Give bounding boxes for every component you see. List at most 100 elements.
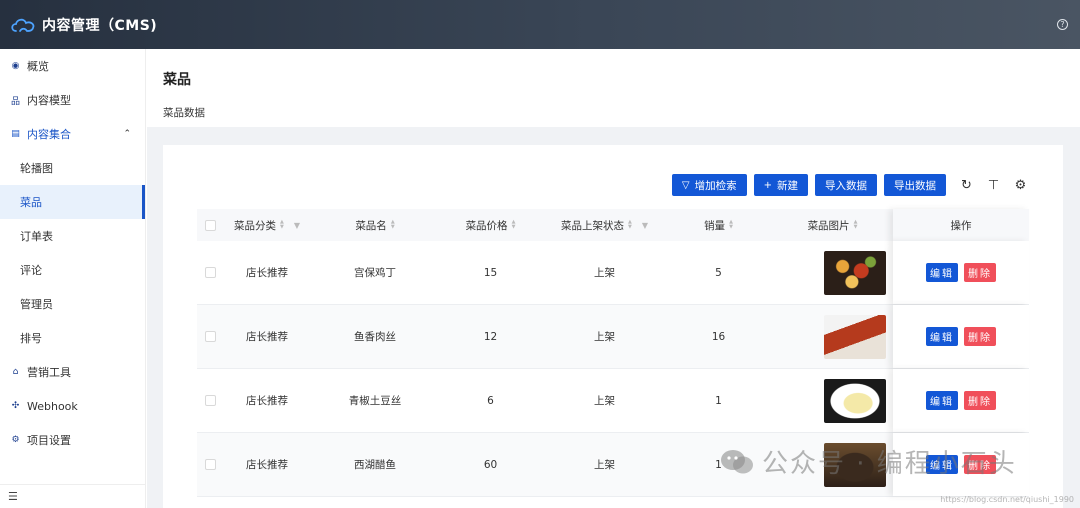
cell-sales: 16 [711,330,726,343]
sidebar-item-label: 概览 [27,60,49,73]
page-title: 菜品 [163,72,191,88]
sort-icon[interactable]: ▲ ▼ [854,220,858,230]
column-header-name[interactable]: 菜品名 ▲ ▼ [313,218,437,233]
filter-icon: ▽ [681,179,690,191]
column-header-image[interactable]: 菜品图片 ▲ ▼ [772,218,893,233]
sidebar-item-label: 内容模型 [27,94,71,107]
row-checkbox[interactable] [205,267,216,278]
row-checkbox-cell [197,267,221,278]
delete-button[interactable]: 删除 [964,391,996,410]
row-checkbox[interactable] [205,331,216,342]
cell-category: 店长推荐 [246,459,288,471]
webhook-icon: ✣ [11,401,20,411]
watermark-url: https://blog.csdn.net/qiushi_1990 [940,495,1074,504]
shop-icon: ⌂ [12,367,19,377]
delete-button[interactable]: 删除 [964,327,996,346]
column-header-category[interactable]: 菜品分类 ▲ ▼ ▼ [221,218,313,233]
sidebar-item-webhook[interactable]: ✣ Webhook [0,389,145,423]
row-checkbox[interactable] [205,459,216,470]
cell-status: 上架 [594,395,615,407]
sidebar-item-label: 内容集合 [27,128,71,141]
refresh-icon[interactable]: ↻ [960,178,973,193]
chevron-up-icon: ⌃ [123,129,131,139]
sidebar-item-content-model[interactable]: 品 内容模型 [0,83,145,117]
sidebar-subitem-comments[interactable]: 评论 [0,253,145,287]
eye-icon: ◉ [11,61,20,71]
cell-name: 青椒土豆丝 [348,395,402,407]
cell-name: 宫保鸡丁 [354,267,396,279]
sidebar-subitem-dishes[interactable]: 菜品 [0,185,145,219]
watermark: 公众号 · 编程小石头 [720,443,1017,480]
cell-category: 店长推荐 [246,267,288,279]
cell-price: 6 [487,394,494,407]
select-all-checkbox-cell [197,219,221,231]
gear-icon[interactable]: ⚙ [1014,178,1027,193]
sort-icon[interactable]: ▲ ▼ [628,220,632,230]
question-circle-icon[interactable]: ? [1057,19,1068,30]
table-row: 店长推荐 宫保鸡丁 15 上架 5 编辑 删除 [197,241,1029,305]
cell-sales: 1 [715,394,722,407]
cell-name: 鱼香肉丝 [354,331,396,343]
add-filter-button[interactable]: ▽ 增加检索 [671,174,747,196]
cell-actions: 编辑 删除 [893,241,1029,304]
edit-button[interactable]: 编辑 [926,263,958,282]
sort-icon[interactable]: ▲ ▼ [280,220,284,230]
cell-sales: 5 [715,266,722,279]
filter-icon[interactable]: ▼ [642,221,648,230]
dish-image[interactable] [824,250,886,295]
cloud-logo-icon [10,15,36,35]
sidebar-item-marketing[interactable]: ⌂ 营销工具 [0,355,145,389]
cell-name: 西湖醋鱼 [354,459,396,471]
dish-image[interactable] [824,314,886,359]
edit-button[interactable]: 编辑 [926,327,958,346]
table-header: 菜品分类 ▲▼ ▼ 菜品名 ▲▼ 菜品价格 ▲▼ 菜品上架状态 ▲▼ ▼ [197,209,1029,241]
sidebar-subitem-carousel[interactable]: 轮播图 [0,151,145,185]
sidebar-item-label: Webhook [27,399,78,413]
sort-icon[interactable]: ▲ ▼ [729,220,733,230]
new-button[interactable]: + 新建 [753,174,808,196]
sort-icon[interactable]: ▲ ▼ [512,220,516,230]
row-checkbox-cell [197,395,221,406]
dish-image[interactable] [824,378,886,423]
cell-category: 店长推荐 [246,331,288,343]
row-checkbox-cell [197,331,221,342]
gear-icon: ⚙ [11,435,20,445]
sort-icon[interactable]: ▲ ▼ [391,220,395,230]
import-button[interactable]: 导入数据 [815,174,877,196]
sidebar: ◉ 概览 品 内容模型 ▤ 内容集合 ⌃ 轮播图 菜品 订单表 评论 管理员 排… [0,49,146,508]
sidebar-subitem-orders[interactable]: 订单表 [0,219,145,253]
column-header-status[interactable]: 菜品上架状态 ▲ ▼ ▼ [544,218,665,233]
sidebar-item-label: 营销工具 [27,366,71,379]
sidebar-item-settings[interactable]: ⚙ 项目设置 [0,423,145,457]
column-header-price[interactable]: 菜品价格 ▲ ▼ [437,218,544,233]
row-checkbox[interactable] [205,395,216,406]
plus-icon: + [763,179,772,191]
export-button[interactable]: 导出数据 [884,174,946,196]
model-icon: 品 [10,96,20,107]
menu-fold-icon[interactable]: ☰ [8,490,18,503]
sidebar-subitem-admins[interactable]: 管理员 [0,287,145,321]
column-height-icon[interactable]: ⊤ [987,178,1000,193]
sidebar-collapse-bar: ☰ [0,484,146,508]
app-header: 内容管理（CMS) ? [0,0,1080,49]
sidebar-subitem-queue[interactable]: 排号 [0,321,145,355]
column-header-sales[interactable]: 销量 ▲ ▼ [665,218,772,233]
watermark-text: 公众号 · 编程小石头 [762,449,1017,479]
page-header: 菜品 菜品数据 [147,49,1080,127]
sidebar-item-content-collection[interactable]: ▤ 内容集合 ⌃ [0,117,145,151]
wechat-icon [721,449,753,473]
app-title: 内容管理（CMS) [42,17,158,34]
filter-icon[interactable]: ▼ [294,221,300,230]
delete-button[interactable]: 删除 [964,263,996,282]
select-all-checkbox[interactable] [205,219,216,231]
cell-status: 上架 [594,267,615,279]
table-toolbar: ▽ 增加检索 + 新建 导入数据 导出数据 ↻ ⊤ ⚙ [665,173,1027,197]
cell-price: 15 [483,266,498,279]
edit-button[interactable]: 编辑 [926,391,958,410]
cell-price: 12 [483,330,498,343]
cell-status: 上架 [594,331,615,343]
sidebar-item-overview[interactable]: ◉ 概览 [0,49,145,83]
page-subtitle: 菜品数据 [163,107,205,119]
collection-icon: ▤ [11,129,20,139]
sidebar-item-label: 项目设置 [27,434,71,447]
